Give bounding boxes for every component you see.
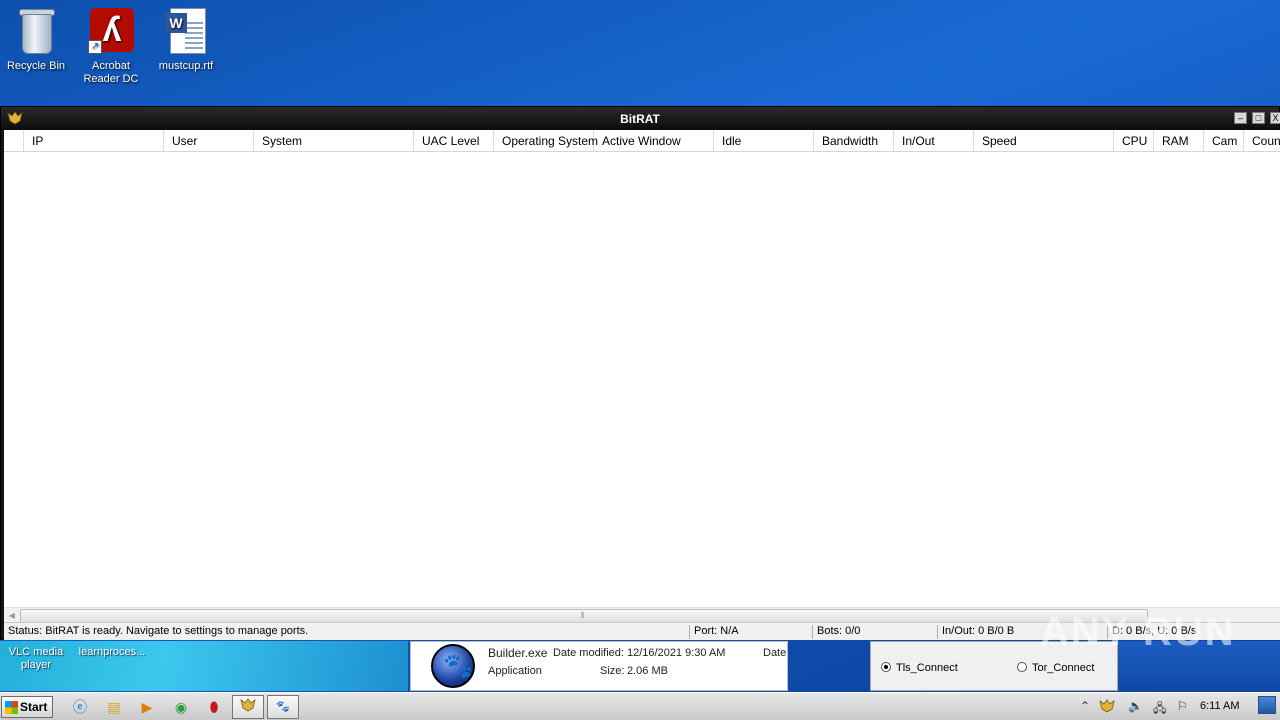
network-icon[interactable]: 🖧 (1153, 699, 1166, 720)
desktop-icon-acrobat[interactable]: ʎ ↗ Acrobat Reader DC (75, 6, 147, 86)
file-name: Builder.exe (488, 646, 548, 660)
column-header-ip[interactable]: IP (24, 130, 164, 151)
start-label: Start (20, 700, 48, 714)
clients-list[interactable]: IP User System UAC Level Operating Syste… (4, 130, 1280, 624)
date-modified-label: Date modified: (553, 647, 624, 659)
bitrat-tray-icon-image (1099, 699, 1115, 713)
taskbar: Start ⓔ ▤ ▶ ◉ ⬮ 🐾 ⌃ 🔈 🖧 ⚐ 6:11 AM (0, 692, 1280, 720)
date-column-label: Date (763, 647, 787, 659)
radio-label: Tor_Connect (1032, 662, 1095, 674)
status-port: Port: N/A (689, 625, 739, 639)
column-header-cpu[interactable]: CPU (1114, 130, 1154, 151)
size-label: Size: (600, 665, 625, 677)
anyrun-watermark: ANY RUN (1040, 610, 1236, 654)
media-player-icon[interactable]: ▶ (137, 697, 157, 717)
column-header-system[interactable]: System (254, 130, 414, 151)
column-header-active-window[interactable]: Active Window (594, 130, 714, 151)
internet-explorer-icon[interactable]: ⓔ (70, 697, 90, 717)
column-header-speed[interactable]: Speed (974, 130, 1114, 151)
taskbar-bitrat-button[interactable] (232, 695, 264, 719)
desktop-icon-recycle-bin[interactable]: Recycle Bin (0, 6, 72, 73)
file-type: Application (488, 665, 542, 677)
bitrat-app-icon (240, 698, 256, 712)
desktop-icon-learnproces[interactable]: learnproces... (74, 646, 150, 659)
column-header-ram[interactable]: RAM (1154, 130, 1204, 151)
word-document-icon: W (162, 6, 210, 56)
column-header-bandwidth[interactable]: Bandwidth (814, 130, 894, 151)
status-bots: Bots: 0/0 (812, 625, 860, 639)
column-header-country[interactable]: Count (1244, 130, 1280, 151)
column-header-operating-system[interactable]: Operating System (494, 130, 598, 151)
desktop-icon-label: Acrobat Reader DC (83, 60, 139, 85)
desktop-icon-vlc[interactable]: VLC media player (8, 646, 64, 672)
column-header-uac-level[interactable]: UAC Level (414, 130, 494, 151)
taskbar-builder-button[interactable]: 🐾 (267, 695, 299, 719)
paw-icon: 🐾 (276, 701, 290, 713)
windows-logo-icon (5, 701, 18, 714)
volume-icon[interactable]: 🔈 (1128, 699, 1143, 713)
desktop-icon-mustcup[interactable]: W mustcup.rtf (150, 6, 222, 73)
column-header-in-out[interactable]: In/Out (894, 130, 974, 151)
date-modified-value: 12/16/2021 9:30 AM (627, 647, 726, 659)
column-header-select[interactable] (4, 130, 24, 151)
start-button[interactable]: Start (1, 696, 53, 718)
desktop-icon-label: Recycle Bin (6, 60, 66, 72)
chrome-icon[interactable]: ◉ (171, 697, 191, 717)
minimize-button[interactable]: – (1234, 112, 1247, 124)
file-details-pane: 🐾 Builder.exe Date modified: 12/16/2021 … (410, 641, 788, 691)
column-header-cam[interactable]: Cam (1204, 130, 1244, 151)
grip-icon: ⦀ (581, 611, 585, 620)
bitrat-window: BitRAT – □ X IP User System UAC Level Op… (0, 106, 1280, 640)
desktop-background-strip: VLC media player learnproces... (0, 641, 408, 691)
show-hidden-icons-button[interactable]: ⌃ (1080, 699, 1090, 713)
size-value: 2.06 MB (627, 665, 668, 677)
column-header-idle[interactable]: Idle (714, 130, 814, 151)
column-header-user[interactable]: User (164, 130, 254, 151)
radio-tls-connect[interactable]: Tls_Connect (881, 662, 958, 674)
status-text: Status: BitRAT is ready. Navigate to set… (8, 625, 309, 637)
radio-unchecked-icon (1017, 662, 1027, 672)
window-title: BitRAT (620, 112, 660, 126)
bitrat-tray-icon[interactable] (1099, 699, 1115, 716)
acrobat-reader-icon: ʎ ↗ (87, 6, 135, 56)
action-center-flag-icon[interactable]: ⚐ (1177, 699, 1188, 713)
radio-tor-connect[interactable]: Tor_Connect (1017, 662, 1094, 674)
radio-checked-icon (881, 662, 891, 672)
list-header: IP User System UAC Level Operating Syste… (4, 130, 1280, 152)
maximize-button[interactable]: □ (1252, 112, 1265, 124)
title-bar[interactable]: BitRAT – □ X (1, 107, 1280, 130)
radio-label: Tls_Connect (896, 662, 958, 674)
close-button[interactable]: X (1270, 112, 1280, 124)
show-desktop-button[interactable] (1258, 696, 1276, 714)
opera-icon[interactable]: ⬮ (204, 697, 224, 717)
scrollbar-thumb[interactable]: ⦀ (20, 609, 1148, 623)
status-in-out: In/Out: 0 B/0 B (937, 625, 1014, 639)
recycle-bin-icon (12, 6, 60, 56)
builder-app-icon: 🐾 (431, 644, 475, 688)
desktop-icon-label: mustcup.rtf (158, 60, 214, 72)
file-explorer-icon[interactable]: ▤ (104, 697, 124, 717)
scroll-left-icon[interactable]: ◀ (5, 610, 19, 622)
clock[interactable]: 6:11 AM (1200, 700, 1240, 712)
